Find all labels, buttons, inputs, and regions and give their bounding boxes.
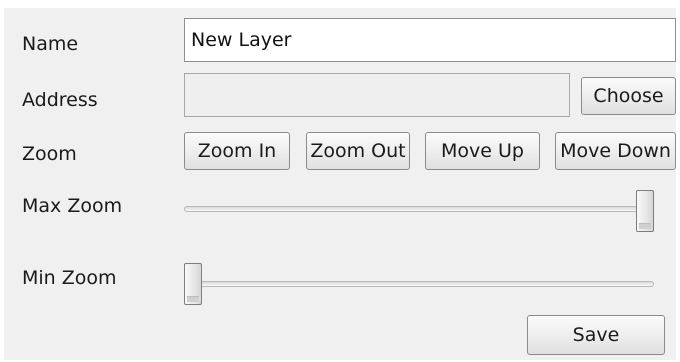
- save-button[interactable]: Save: [527, 315, 665, 355]
- move-up-button[interactable]: Move Up: [425, 132, 540, 170]
- min-zoom-track: [184, 281, 654, 287]
- layer-properties-panel: Name New Layer Address Choose Zoom Zoom …: [4, 8, 676, 360]
- zoom-label: Zoom: [22, 143, 77, 165]
- address-input[interactable]: [184, 73, 570, 117]
- max-zoom-slider[interactable]: [184, 188, 654, 234]
- choose-button[interactable]: Choose: [581, 77, 676, 115]
- zoom-out-button[interactable]: Zoom Out: [306, 132, 410, 170]
- max-zoom-label: Max Zoom: [22, 195, 123, 217]
- max-zoom-handle[interactable]: [636, 190, 654, 232]
- address-label: Address: [22, 89, 98, 111]
- max-zoom-track: [184, 206, 654, 212]
- min-zoom-slider[interactable]: [184, 261, 654, 307]
- move-down-button[interactable]: Move Down: [555, 132, 676, 170]
- name-label: Name: [22, 33, 79, 55]
- min-zoom-handle[interactable]: [184, 263, 202, 305]
- zoom-in-button[interactable]: Zoom In: [184, 132, 290, 170]
- name-input[interactable]: New Layer: [184, 18, 676, 62]
- min-zoom-label: Min Zoom: [22, 267, 117, 289]
